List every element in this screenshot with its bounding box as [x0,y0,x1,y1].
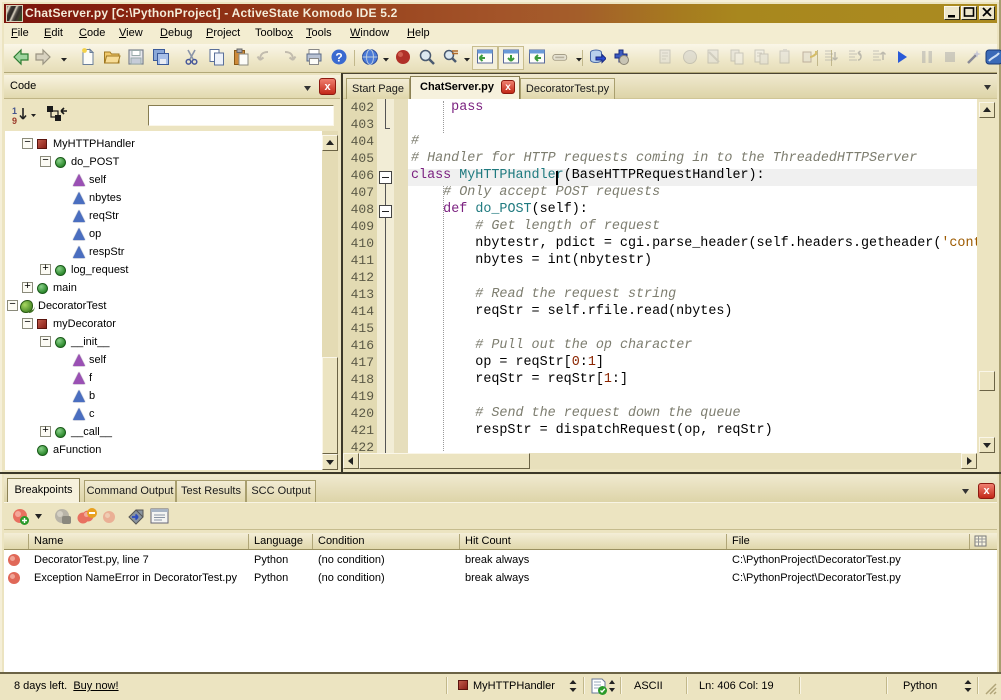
svg-text:?: ? [335,51,342,65]
svg-text:1: 1 [12,106,17,116]
svg-text:9: 9 [12,116,17,125]
